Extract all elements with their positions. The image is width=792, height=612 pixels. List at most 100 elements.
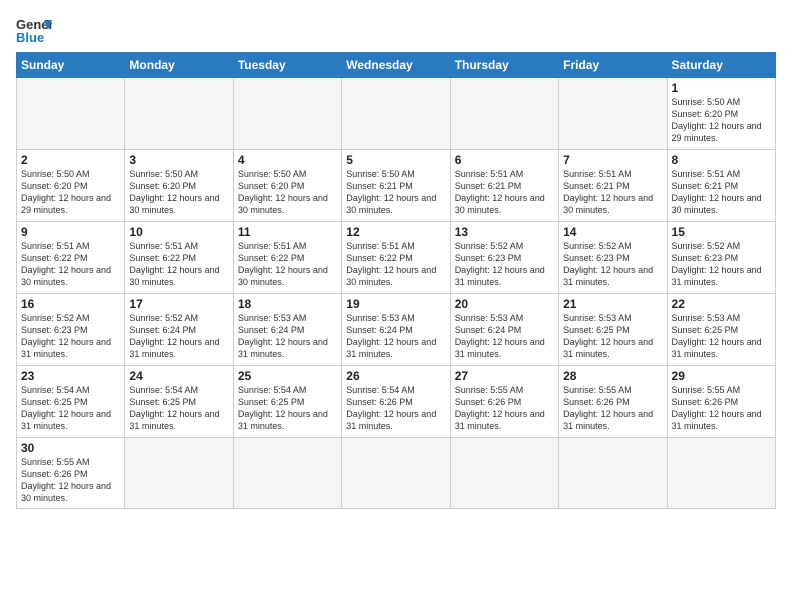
calendar-week-row: 2Sunrise: 5:50 AM Sunset: 6:20 PM Daylig… [17,150,776,222]
day-info: Sunrise: 5:55 AM Sunset: 6:26 PM Dayligh… [455,384,554,433]
day-info: Sunrise: 5:54 AM Sunset: 6:26 PM Dayligh… [346,384,445,433]
day-info: Sunrise: 5:51 AM Sunset: 6:21 PM Dayligh… [455,168,554,217]
day-info: Sunrise: 5:50 AM Sunset: 6:20 PM Dayligh… [238,168,337,217]
day-info: Sunrise: 5:54 AM Sunset: 6:25 PM Dayligh… [129,384,228,433]
day-number: 22 [672,297,771,311]
weekday-header-saturday: Saturday [667,53,775,78]
logo: General Blue [16,16,52,44]
day-number: 11 [238,225,337,239]
day-number: 30 [21,441,120,455]
calendar-cell [667,438,775,509]
calendar-cell [125,78,233,150]
day-info: Sunrise: 5:52 AM Sunset: 6:23 PM Dayligh… [563,240,662,289]
day-info: Sunrise: 5:51 AM Sunset: 6:22 PM Dayligh… [129,240,228,289]
day-info: Sunrise: 5:50 AM Sunset: 6:21 PM Dayligh… [346,168,445,217]
calendar-cell: 6Sunrise: 5:51 AM Sunset: 6:21 PM Daylig… [450,150,558,222]
calendar-table: SundayMondayTuesdayWednesdayThursdayFrid… [16,52,776,509]
day-info: Sunrise: 5:53 AM Sunset: 6:24 PM Dayligh… [455,312,554,361]
calendar-cell: 24Sunrise: 5:54 AM Sunset: 6:25 PM Dayli… [125,366,233,438]
day-number: 10 [129,225,228,239]
calendar-cell: 9Sunrise: 5:51 AM Sunset: 6:22 PM Daylig… [17,222,125,294]
day-number: 29 [672,369,771,383]
weekday-header-friday: Friday [559,53,667,78]
day-info: Sunrise: 5:51 AM Sunset: 6:22 PM Dayligh… [346,240,445,289]
day-info: Sunrise: 5:51 AM Sunset: 6:22 PM Dayligh… [238,240,337,289]
day-number: 27 [455,369,554,383]
calendar-cell: 26Sunrise: 5:54 AM Sunset: 6:26 PM Dayli… [342,366,450,438]
calendar-cell: 23Sunrise: 5:54 AM Sunset: 6:25 PM Dayli… [17,366,125,438]
day-info: Sunrise: 5:50 AM Sunset: 6:20 PM Dayligh… [672,96,771,145]
day-info: Sunrise: 5:53 AM Sunset: 6:25 PM Dayligh… [563,312,662,361]
calendar-cell [125,438,233,509]
calendar-cell: 30Sunrise: 5:55 AM Sunset: 6:26 PM Dayli… [17,438,125,509]
day-info: Sunrise: 5:54 AM Sunset: 6:25 PM Dayligh… [21,384,120,433]
day-number: 28 [563,369,662,383]
calendar-cell [559,78,667,150]
day-number: 8 [672,153,771,167]
calendar-cell: 15Sunrise: 5:52 AM Sunset: 6:23 PM Dayli… [667,222,775,294]
logo-icon: General Blue [16,16,52,44]
calendar-week-row: 23Sunrise: 5:54 AM Sunset: 6:25 PM Dayli… [17,366,776,438]
calendar-cell: 11Sunrise: 5:51 AM Sunset: 6:22 PM Dayli… [233,222,341,294]
calendar-cell [559,438,667,509]
calendar-week-row: 16Sunrise: 5:52 AM Sunset: 6:23 PM Dayli… [17,294,776,366]
day-number: 18 [238,297,337,311]
day-number: 5 [346,153,445,167]
calendar-cell [233,438,341,509]
calendar-cell: 10Sunrise: 5:51 AM Sunset: 6:22 PM Dayli… [125,222,233,294]
day-number: 19 [346,297,445,311]
calendar-cell [342,78,450,150]
calendar-cell: 28Sunrise: 5:55 AM Sunset: 6:26 PM Dayli… [559,366,667,438]
calendar-cell: 7Sunrise: 5:51 AM Sunset: 6:21 PM Daylig… [559,150,667,222]
day-info: Sunrise: 5:53 AM Sunset: 6:24 PM Dayligh… [238,312,337,361]
calendar-week-row: 1Sunrise: 5:50 AM Sunset: 6:20 PM Daylig… [17,78,776,150]
calendar-cell: 20Sunrise: 5:53 AM Sunset: 6:24 PM Dayli… [450,294,558,366]
day-number: 21 [563,297,662,311]
weekday-header-monday: Monday [125,53,233,78]
day-number: 25 [238,369,337,383]
day-number: 13 [455,225,554,239]
day-number: 23 [21,369,120,383]
day-number: 12 [346,225,445,239]
day-number: 6 [455,153,554,167]
day-number: 16 [21,297,120,311]
day-info: Sunrise: 5:53 AM Sunset: 6:25 PM Dayligh… [672,312,771,361]
calendar-cell [233,78,341,150]
calendar-cell: 5Sunrise: 5:50 AM Sunset: 6:21 PM Daylig… [342,150,450,222]
calendar-cell [342,438,450,509]
day-number: 9 [21,225,120,239]
day-info: Sunrise: 5:54 AM Sunset: 6:25 PM Dayligh… [238,384,337,433]
calendar-cell: 21Sunrise: 5:53 AM Sunset: 6:25 PM Dayli… [559,294,667,366]
weekday-header-thursday: Thursday [450,53,558,78]
day-info: Sunrise: 5:52 AM Sunset: 6:24 PM Dayligh… [129,312,228,361]
weekday-header-row: SundayMondayTuesdayWednesdayThursdayFrid… [17,53,776,78]
day-info: Sunrise: 5:52 AM Sunset: 6:23 PM Dayligh… [21,312,120,361]
calendar-cell: 13Sunrise: 5:52 AM Sunset: 6:23 PM Dayli… [450,222,558,294]
day-info: Sunrise: 5:55 AM Sunset: 6:26 PM Dayligh… [672,384,771,433]
calendar-cell [450,438,558,509]
header: General Blue [16,16,776,44]
weekday-header-wednesday: Wednesday [342,53,450,78]
day-info: Sunrise: 5:55 AM Sunset: 6:26 PM Dayligh… [563,384,662,433]
calendar-cell: 27Sunrise: 5:55 AM Sunset: 6:26 PM Dayli… [450,366,558,438]
calendar-cell: 17Sunrise: 5:52 AM Sunset: 6:24 PM Dayli… [125,294,233,366]
day-number: 17 [129,297,228,311]
calendar-cell: 29Sunrise: 5:55 AM Sunset: 6:26 PM Dayli… [667,366,775,438]
day-number: 3 [129,153,228,167]
day-info: Sunrise: 5:50 AM Sunset: 6:20 PM Dayligh… [129,168,228,217]
day-number: 24 [129,369,228,383]
day-number: 15 [672,225,771,239]
day-number: 2 [21,153,120,167]
day-info: Sunrise: 5:51 AM Sunset: 6:21 PM Dayligh… [672,168,771,217]
day-number: 14 [563,225,662,239]
calendar-cell [17,78,125,150]
calendar-cell: 19Sunrise: 5:53 AM Sunset: 6:24 PM Dayli… [342,294,450,366]
calendar-cell: 8Sunrise: 5:51 AM Sunset: 6:21 PM Daylig… [667,150,775,222]
day-info: Sunrise: 5:55 AM Sunset: 6:26 PM Dayligh… [21,456,120,505]
day-info: Sunrise: 5:51 AM Sunset: 6:21 PM Dayligh… [563,168,662,217]
calendar-cell: 25Sunrise: 5:54 AM Sunset: 6:25 PM Dayli… [233,366,341,438]
calendar-cell: 2Sunrise: 5:50 AM Sunset: 6:20 PM Daylig… [17,150,125,222]
day-info: Sunrise: 5:50 AM Sunset: 6:20 PM Dayligh… [21,168,120,217]
calendar-cell: 14Sunrise: 5:52 AM Sunset: 6:23 PM Dayli… [559,222,667,294]
calendar-week-row: 30Sunrise: 5:55 AM Sunset: 6:26 PM Dayli… [17,438,776,509]
